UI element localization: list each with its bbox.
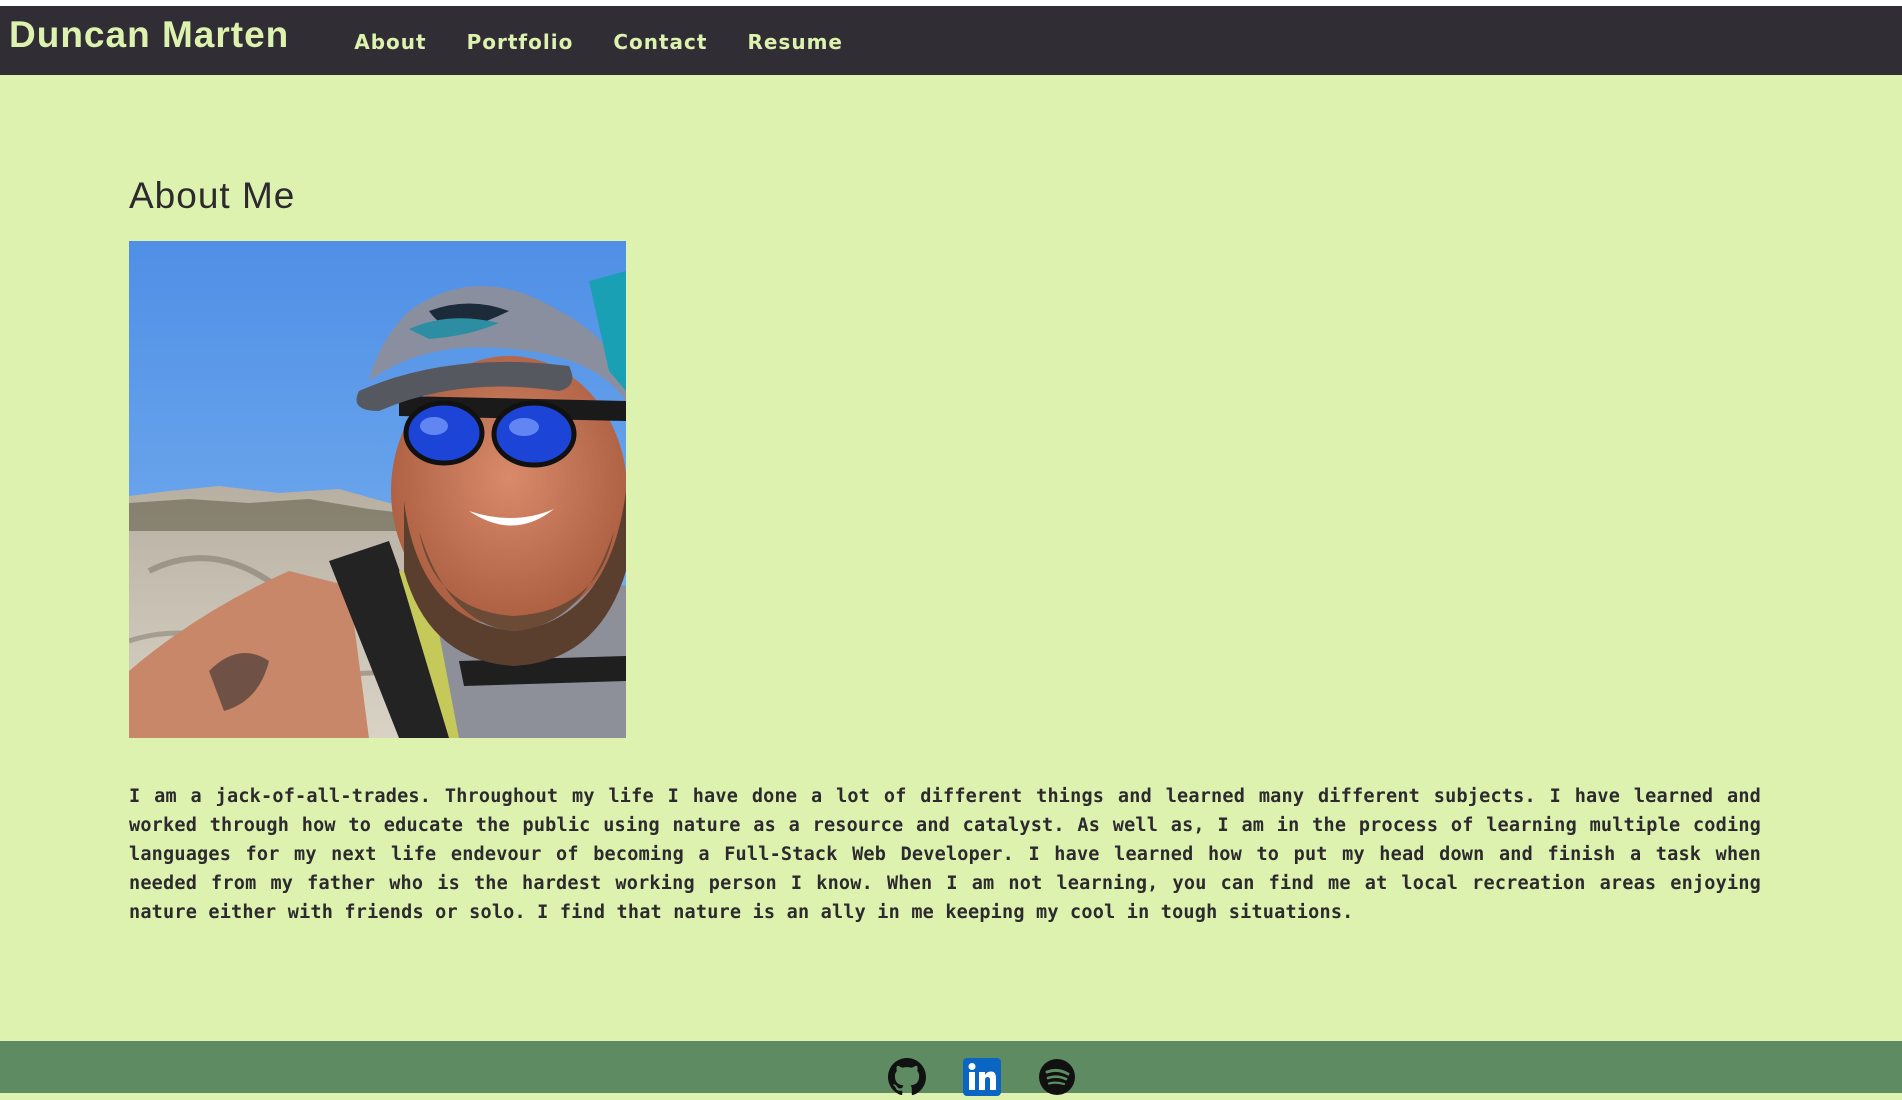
- nav-links: About Portfolio Contact Resume: [354, 30, 883, 54]
- bio-paragraph: I am a jack-of-all-trades. Throughout my…: [129, 786, 1761, 923]
- about-section: About Me I am a jack-of-all-trades. Thro…: [129, 170, 1761, 923]
- portrait-photo: [129, 241, 626, 738]
- section-title: About Me: [129, 175, 296, 216]
- nav-link-resume[interactable]: Resume: [747, 30, 843, 54]
- nav-link-portfolio[interactable]: Portfolio: [467, 30, 574, 54]
- footer: [0, 1041, 1902, 1096]
- spotify-link[interactable]: [1038, 1058, 1076, 1096]
- spotify-icon: [1039, 1059, 1075, 1095]
- linkedin-link[interactable]: [963, 1058, 1001, 1096]
- brand-link[interactable]: Duncan Marten: [9, 14, 289, 56]
- nav-link-contact[interactable]: Contact: [613, 30, 707, 54]
- github-link[interactable]: [888, 1058, 926, 1096]
- github-icon: [888, 1058, 926, 1096]
- linkedin-icon: [963, 1058, 1001, 1096]
- nav-link-about[interactable]: About: [354, 30, 426, 54]
- navbar: Duncan Marten About Portfolio Contact Re…: [0, 6, 1902, 75]
